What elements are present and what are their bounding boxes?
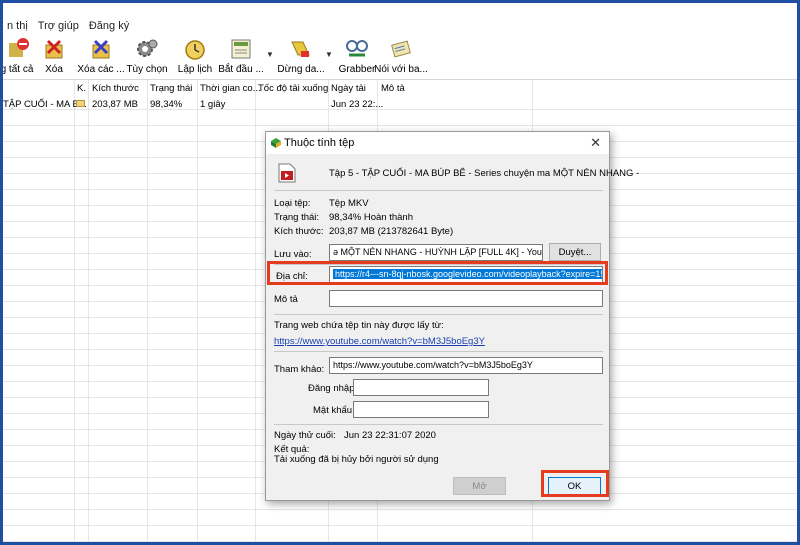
description-label: Mô tả: [274, 294, 298, 305]
last-try-value: Jun 23 22:31:07 2020: [344, 430, 436, 441]
dialog-titlebar: Thuộc tính tệp ✕: [266, 132, 609, 154]
stop-queue-button[interactable]: Dừng da...: [277, 36, 325, 78]
list-header: K. Kích thước Trạng thái Thời gian co...…: [3, 80, 797, 96]
referrer-field[interactable]: https://www.youtube.com/watch?v=bM3J5boE…: [329, 357, 603, 374]
column-header[interactable]: Thời gian co...: [200, 83, 261, 94]
login-field[interactable]: [353, 379, 489, 396]
stop-queue-dropdown-icon[interactable]: ▼: [325, 50, 333, 59]
source-page-link[interactable]: https://www.youtube.com/watch?v=bM3J5boE…: [274, 336, 485, 347]
save-to-field[interactable]: ə MỘT NÉN NHANG - HUỲNH LẬP [FULL 4K] - …: [329, 244, 543, 261]
grabber-icon: [346, 40, 368, 57]
login-label: Đăng nhập: [308, 383, 355, 394]
file-type-value: Tệp MKV: [329, 198, 369, 209]
password-label: Mật khẩu: [313, 405, 353, 416]
size-value: 203,87 MB (213782641 Byte): [329, 226, 454, 237]
delete-completed-icon: [92, 39, 110, 59]
time-left-cell: 1 giây: [200, 99, 226, 110]
menu-bar: n thị Trợ giúp Đăng ký: [3, 16, 797, 36]
open-button[interactable]: Mở: [453, 477, 506, 495]
delete-button[interactable]: Xóa: [39, 36, 69, 78]
size-label: Kích thước:: [274, 226, 324, 237]
app-icon: [271, 138, 281, 148]
dialog-title: Thuộc tính tệp: [284, 137, 355, 149]
menu-help[interactable]: Trợ giúp: [38, 20, 79, 32]
file-properties-dialog: Thuộc tính tệp ✕ Tập 5 - TẬP CUỐI - MA B…: [265, 131, 639, 501]
last-try-label: Ngày thử cuối:: [274, 430, 336, 441]
column-header[interactable]: Ngày tải: [331, 83, 366, 94]
browse-button[interactable]: Duyệt...: [549, 243, 601, 261]
column-header[interactable]: Trạng thái: [150, 83, 192, 94]
source-page-label: Trang web chứa tệp tin này được lấy từ:: [274, 320, 444, 331]
stop-all-icon: [9, 38, 29, 57]
tell-friend-button[interactable]: Nói với ba...: [374, 36, 428, 78]
table-row[interactable]: TẬP CUỐI - MA B... 203,87 MB 98,34% 1 gi…: [3, 96, 797, 112]
stop-all-button[interactable]: g tất cả: [0, 36, 37, 78]
description-field[interactable]: [329, 290, 603, 307]
delete-icon: [45, 39, 63, 59]
column-header[interactable]: K.: [77, 83, 86, 94]
stop-queue-icon: [291, 41, 310, 57]
ok-highlight: [541, 470, 609, 497]
status-value: 98,34% Hoàn thành: [329, 212, 413, 223]
column-header[interactable]: Tốc độ tải xuống: [258, 83, 328, 94]
file-type-label: Loại tệp:: [274, 198, 311, 209]
save-to-label: Lưu vào:: [274, 249, 312, 260]
column-header[interactable]: Kích thước: [92, 83, 139, 94]
scheduler-button[interactable]: Lập lịch: [175, 36, 215, 78]
file-name: Tập 5 - TẬP CUỐI - MA BÚP BÊ - Series ch…: [329, 168, 640, 179]
folder-icon: [76, 100, 85, 107]
clock-icon: [185, 40, 205, 60]
video-file-icon: [278, 163, 296, 183]
status-cell: 98,34%: [150, 99, 183, 110]
referrer-label: Tham khảo:: [274, 364, 325, 375]
column-header[interactable]: Mô tả: [381, 83, 405, 94]
gear-icon: [137, 39, 158, 57]
result-value: Tải xuống đã bị hủy bởi người sử dụng: [274, 454, 439, 465]
address-highlight: [267, 261, 608, 285]
tell-friend-icon: [391, 40, 411, 58]
size-cell: 203,87 MB: [92, 99, 138, 110]
delete-completed-button[interactable]: Xóa các ...: [77, 36, 125, 78]
start-queue-icon: [231, 39, 251, 59]
menu-register[interactable]: Đăng ký: [89, 20, 129, 32]
start-queue-dropdown-icon[interactable]: ▼: [266, 50, 274, 59]
menu-view[interactable]: n thị: [7, 20, 28, 32]
grabber-button[interactable]: Grabber: [337, 36, 377, 78]
start-queue-button[interactable]: Bắt đầu ...: [217, 36, 265, 78]
password-field[interactable]: [353, 401, 489, 418]
toolbar: g tất cả Xóa Xóa các ... Tùy chọn Lập lị…: [0, 36, 797, 80]
date-cell: Jun 23 22:...: [331, 99, 384, 110]
close-icon[interactable]: ✕: [590, 135, 601, 151]
options-button[interactable]: Tùy chọn: [126, 36, 168, 78]
status-label: Trạng thái:: [274, 212, 320, 223]
file-name-cell: TẬP CUỐI - MA B...: [3, 99, 87, 110]
